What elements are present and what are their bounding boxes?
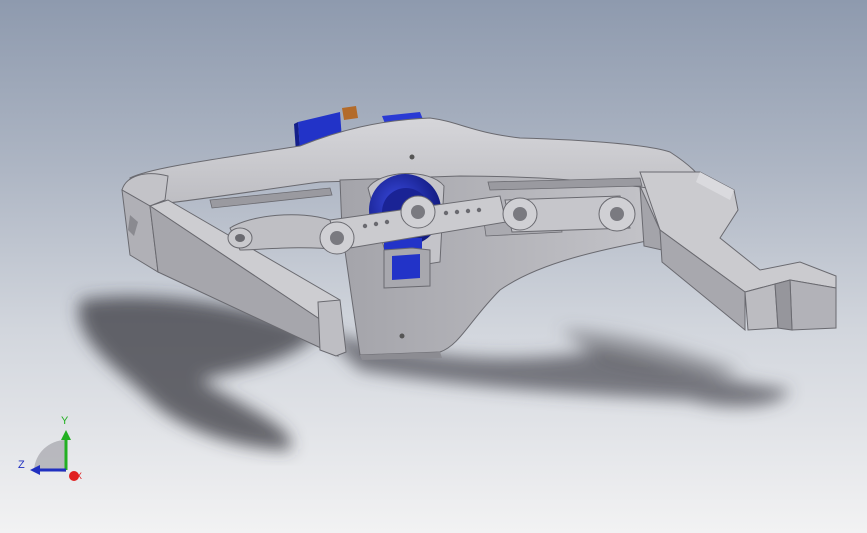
connector-tab: [342, 106, 358, 120]
right-jaw: [639, 171, 837, 332]
graphics-viewport[interactable]: Y Z X: [0, 0, 867, 533]
right-link: [502, 195, 636, 233]
gripper-model[interactable]: [0, 0, 867, 533]
